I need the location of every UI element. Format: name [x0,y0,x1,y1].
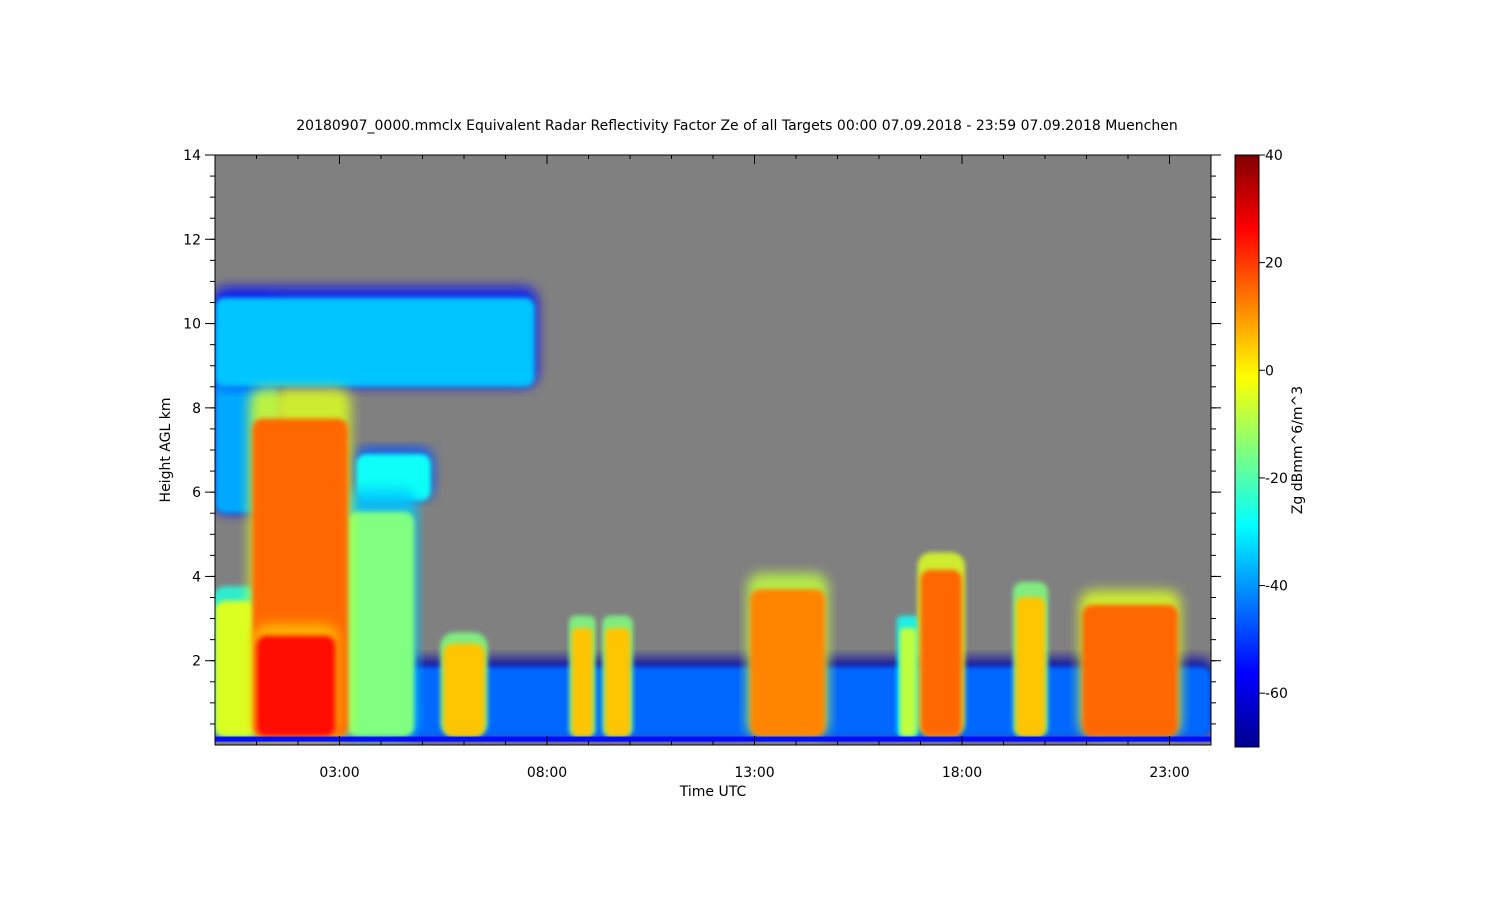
echo-core [443,643,485,737]
x-tick-label: 13:00 [734,765,774,781]
x-tick-label: 08:00 [527,765,567,781]
x-tick-label: 03:00 [319,765,359,781]
colorbar-tick-label: 0 [1265,363,1274,379]
y-tick-label: 2 [192,654,201,670]
echo-core [899,628,917,737]
y-axis-label: Height AGL km [158,398,174,503]
echo-core [1082,604,1178,737]
echo-core [571,628,593,737]
colorbar-tick-label: 20 [1265,256,1283,272]
y-tick-label: 10 [183,317,201,333]
y-tick-label: 6 [192,485,201,501]
colorbar-tick-label: 40 [1265,148,1283,164]
colorbar [1234,154,1260,748]
echo-core [605,628,630,737]
echo-core [1015,596,1045,737]
x-axis-label: Time UTC [679,784,747,800]
echo-core [920,569,962,737]
y-tick-label: 8 [192,401,201,417]
y-tick-label: 12 [183,232,201,248]
x-tick-label: 23:00 [1149,765,1189,781]
echo-core [256,635,336,737]
x-tick-label: 18:00 [942,765,982,781]
colorbar-label: Zg dBmm^6/m^3 [1290,386,1306,514]
chart-title: 20180907_0000.mmclx Equivalent Radar Ref… [296,118,1177,134]
ground-clutter [215,736,1211,742]
echo-core [750,589,826,737]
y-tick-label: 4 [192,569,201,585]
echo-core [347,511,415,737]
chart: 20180907_0000.mmclx Equivalent Radar Ref… [158,118,1306,800]
colorbar-tick-label: -20 [1265,471,1288,487]
colorbar-tick-label: -40 [1265,579,1288,595]
colorbar-tick-label: -60 [1265,686,1288,702]
echo-core [215,297,535,387]
colorbar-axis: 40 20 0 -20 -40 -60 [1259,148,1288,702]
y-tick-label: 14 [183,148,201,164]
